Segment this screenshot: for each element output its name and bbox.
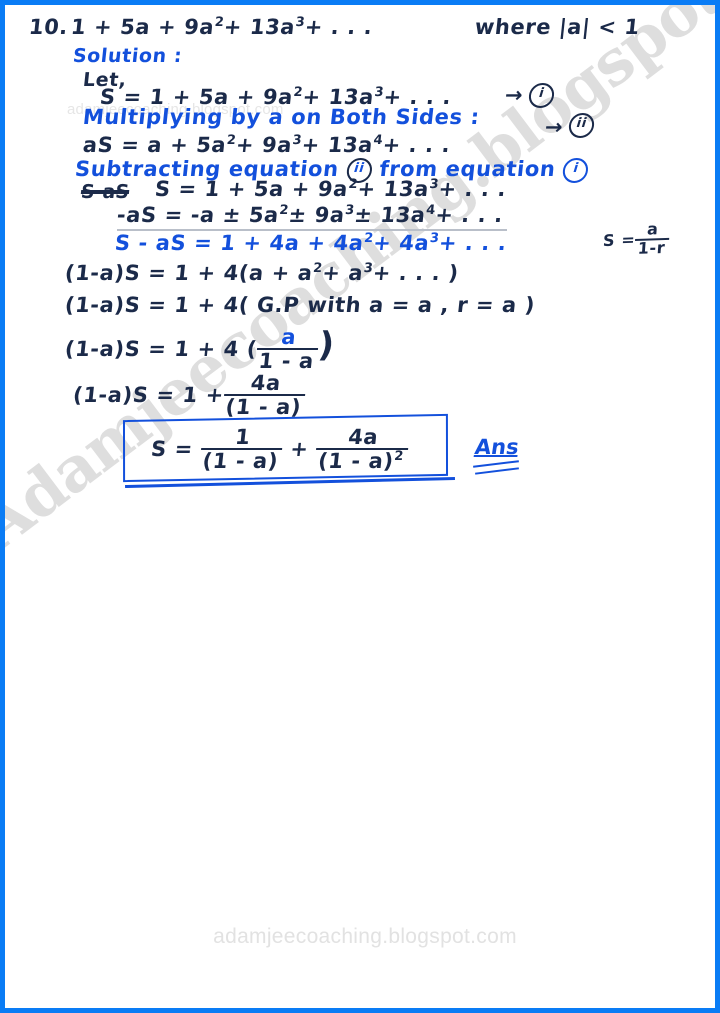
gp-note-denominator: 1-r xyxy=(634,237,670,258)
simplify-rhs-pre: 1 + xyxy=(181,383,226,408)
eq2-mid: + 9a xyxy=(234,133,294,157)
series-part-3: + . . . xyxy=(303,15,374,39)
circled-roman-i: i xyxy=(527,83,556,108)
final-answer: S = 1 (1 - a) + 4a (1 - a)2 xyxy=(149,425,410,474)
answer-term1-denominator: (1 - a) xyxy=(198,448,283,473)
sub2-mid-2: ± 13a xyxy=(353,203,427,227)
eq1-arrow: → xyxy=(503,83,524,107)
sub1-tail: + . . . xyxy=(437,177,508,201)
worksheet-page: Adamjeecoaching.blogspot.com adamjeecoac… xyxy=(0,0,720,1013)
equation-2: aS = a + 5a2+ 9a3+ 13a4+ . . . xyxy=(82,133,452,157)
line-gp-identify: (1-a)S = 1 + 4( G.P with a = a , r = a ) xyxy=(64,293,537,317)
sum-lhs: (1-a)S = xyxy=(63,337,168,361)
gp-formula-note: S = a 1-r xyxy=(602,219,670,260)
sub2-mid: ± 9a xyxy=(287,203,346,227)
eq1-reference: i xyxy=(527,83,556,108)
series-part-1: 1 + 5a + 9a xyxy=(69,15,216,39)
gp-rhs: 1 + 4( G.P with a = a , r = a ) xyxy=(173,293,537,317)
gp-lhs: (1-a)S = xyxy=(63,293,168,317)
result-mid: + 4a xyxy=(372,231,431,255)
sum-denominator: 1 - a xyxy=(254,348,319,373)
ans-label: Ans xyxy=(473,435,521,459)
line-simplified: (1-a)S = 1 +4a (1 - a) xyxy=(71,371,308,419)
line-sum-substituted: (1-a)S = 1 + 4 (a 1 - a) xyxy=(62,324,337,373)
ans-underline-2 xyxy=(475,467,519,475)
simplify-fraction: 4a (1 - a) xyxy=(221,371,307,419)
circled-roman-i-inline: i xyxy=(562,157,590,183)
factor-rhs-3: + . . . ) xyxy=(371,261,460,285)
gp-note-numerator: a xyxy=(646,219,660,239)
problem-condition: where |a| < 1 xyxy=(473,15,641,39)
step-multiply: Multiplying by a on Both Sides : xyxy=(81,105,481,129)
answer-plus: + xyxy=(289,437,310,462)
series-part-2: + 13a xyxy=(222,15,297,39)
circled-roman-ii: ii xyxy=(567,113,596,138)
answer-term1-numerator: 1 xyxy=(234,425,252,449)
gp-note-lhs: S = xyxy=(602,230,637,251)
gp-note-fraction: a 1-r xyxy=(634,219,670,258)
solution-heading: Solution : xyxy=(71,45,184,67)
sub1-mid: + 13a xyxy=(356,177,431,201)
problem-series: 1 + 5a + 9a2+ 13a3+ . . . xyxy=(70,15,374,39)
answer-term2-numerator: 4a xyxy=(347,425,380,449)
result-lhs: S - aS = xyxy=(113,231,214,255)
ans-underline-1 xyxy=(473,460,519,468)
sub1-lhs: S = xyxy=(153,177,199,201)
sub2-tail: + . . . xyxy=(434,203,505,227)
sub2-terms: -a ± 5a xyxy=(189,203,281,227)
factor-rhs-1: 1 + 4(a + a xyxy=(173,261,314,285)
crossed-out-expression: S-aS xyxy=(79,181,131,203)
answer-term-1: 1 (1 - a) xyxy=(198,425,284,473)
subtraction-line-2: -aS = -a ± 5a2± 9a3± 13a4+ . . . xyxy=(116,203,505,227)
subtraction-result: S - aS = 1 + 4a + 4a2+ 4a3+ . . . xyxy=(114,231,508,255)
sum-numerator: a xyxy=(280,324,298,349)
answer-lhs: S = xyxy=(149,437,195,462)
sub1-terms: 1 + 5a + 9a xyxy=(203,177,350,201)
eq2-tail: + . . . xyxy=(381,133,452,157)
subtraction-line-1: S = 1 + 5a + 9a2+ 13a3+ . . . xyxy=(154,177,508,201)
footer-watermark: adamjeecoaching.blogspot.com xyxy=(213,925,517,948)
simplify-lhs: (1-a)S = xyxy=(71,383,176,408)
result-terms: 1 + 4a + 4a xyxy=(219,231,365,255)
simplify-denominator: (1 - a) xyxy=(221,394,306,419)
factor-lhs: (1-a)S = xyxy=(63,261,168,285)
problem-number: 10. xyxy=(27,15,70,39)
line-factor: (1-a)S = 1 + 4(a + a2+ a3+ . . . ) xyxy=(64,261,460,285)
answer-term2-denominator: (1 - a)2 xyxy=(314,448,408,474)
sum-fraction: a1 - a xyxy=(254,324,321,373)
eq2-arrow: → xyxy=(543,115,564,139)
eq2-lhs: aS = xyxy=(81,133,141,157)
eq2-terms: a + 5a xyxy=(146,133,228,157)
sum-rhs-pre: 1 + 4 ( xyxy=(173,337,259,361)
answer-term2-den-text: (1 - a) xyxy=(316,449,395,474)
answer-term2-den-exp: 2 xyxy=(393,449,405,465)
factor-rhs-2: + a xyxy=(321,261,365,285)
answer-term-2: 4a (1 - a)2 xyxy=(314,425,410,474)
simplify-numerator: 4a xyxy=(249,371,283,395)
eq2-reference: ii xyxy=(567,113,596,138)
sub2-lhs: -aS = xyxy=(115,203,185,227)
result-tail: + . . . xyxy=(437,231,508,255)
eq2-mid-2: + 13a xyxy=(300,133,375,157)
